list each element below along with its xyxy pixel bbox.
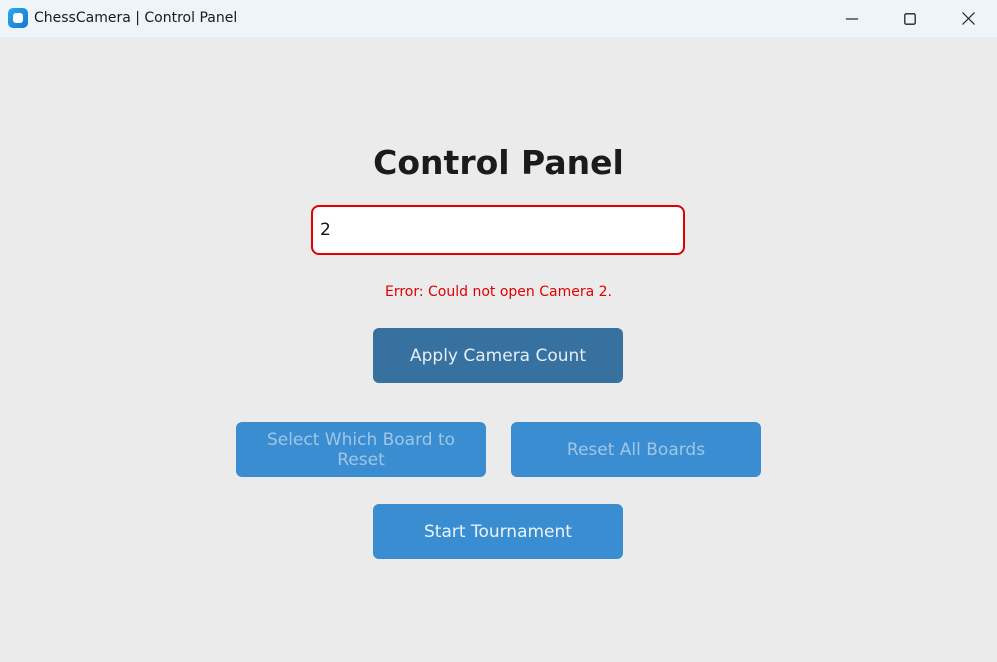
apply-camera-count-button[interactable]: Apply Camera Count [373,328,623,383]
window-title: ChessCamera | Control Panel [34,10,238,26]
close-icon [961,12,975,25]
app-logo-icon [8,8,28,28]
select-board-reset-button[interactable]: Select Which Board to Reset [236,422,486,477]
maximize-icon [904,12,916,25]
camera-count-input[interactable] [320,207,675,253]
page-title: Control Panel [373,143,624,182]
error-message: Error: Could not open Camera 2. [384,284,612,300]
start-tournament-button[interactable]: Start Tournament [373,504,623,559]
title-bar: ChessCamera | Control Panel [0,0,997,37]
reset-all-boards-button[interactable]: Reset All Boards [511,422,761,477]
close-button[interactable] [939,0,997,37]
camera-count-field[interactable] [311,205,685,255]
minimize-icon [846,17,858,20]
app-window: ChessCamera | Control Panel Control Pane… [0,0,997,662]
minimize-button[interactable] [823,0,881,37]
maximize-button[interactable] [881,0,939,37]
